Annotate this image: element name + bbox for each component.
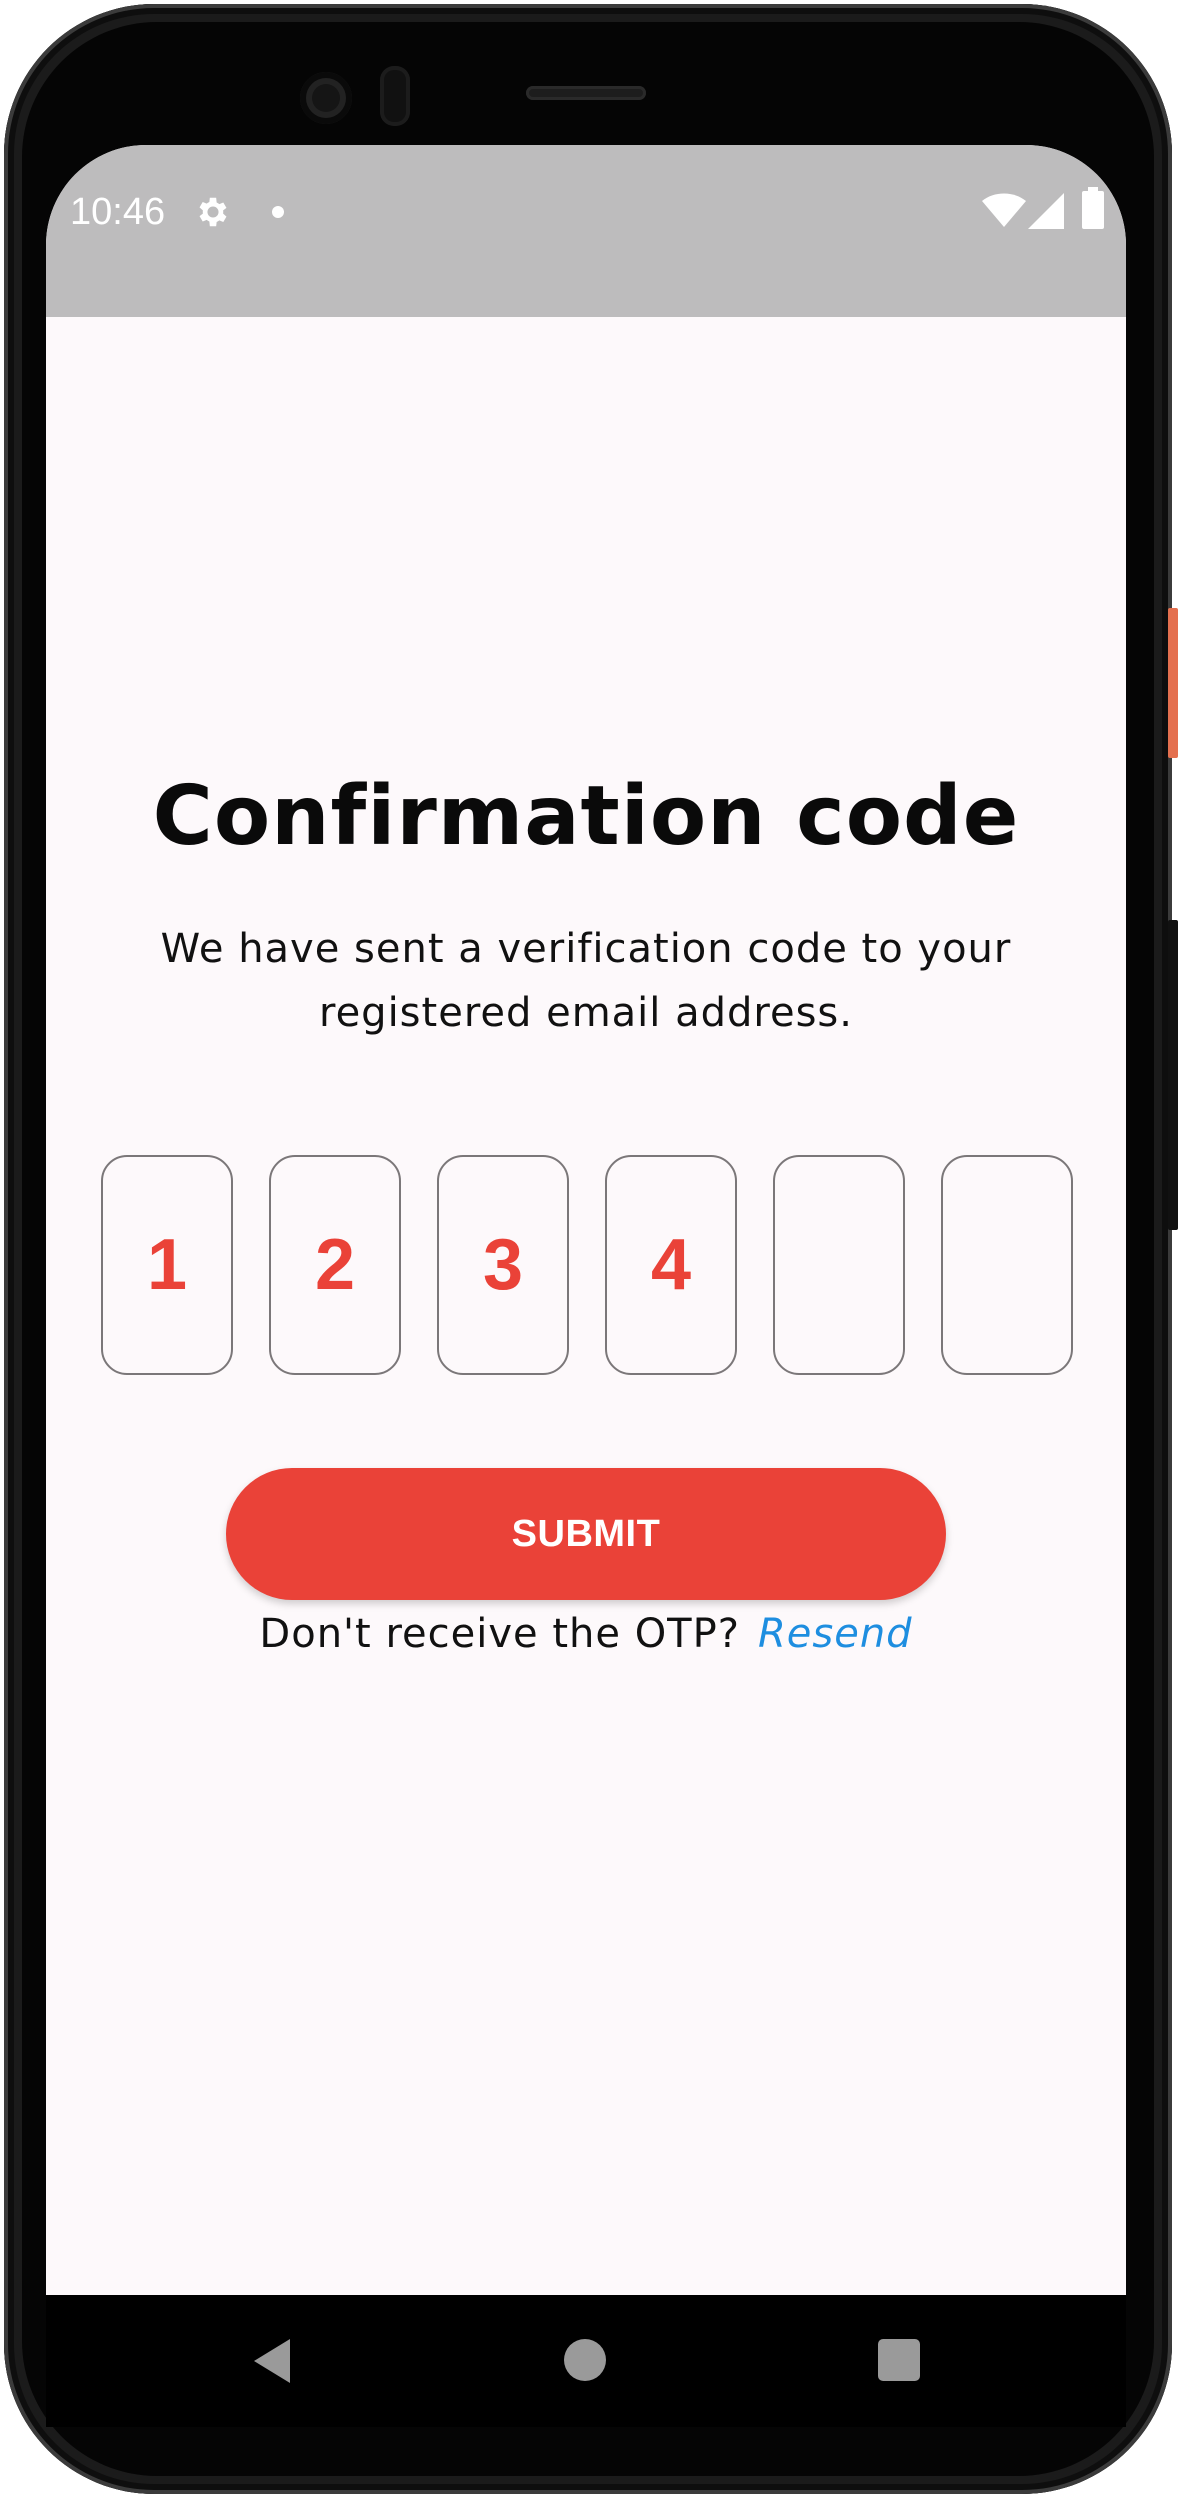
- home-icon[interactable]: [564, 2339, 606, 2381]
- otp-digit-field-3[interactable]: 3: [437, 1155, 569, 1375]
- front-camera-icon: [300, 72, 352, 124]
- app-screen: 10:46 Confirmation code We have sent a v…: [46, 145, 1126, 2295]
- otp-input-group: 1 2 3 4: [101, 1155, 1081, 1377]
- otp-content: Confirmation code We have sent a verific…: [46, 317, 1126, 2295]
- otp-digit-field-4[interactable]: 4: [605, 1155, 737, 1375]
- submit-button[interactable]: SUBMIT: [226, 1468, 946, 1600]
- gear-icon: [199, 197, 227, 227]
- page-title: Confirmation code: [152, 769, 1020, 864]
- navigation-bar: [46, 2295, 1126, 2427]
- recents-icon[interactable]: [878, 2339, 920, 2381]
- resend-prompt: Don't receive the OTP?: [259, 1611, 740, 1657]
- signal-icon: [1028, 193, 1064, 229]
- otp-digit-field-2[interactable]: 2: [269, 1155, 401, 1375]
- notification-dot-icon: [272, 206, 284, 218]
- wifi-icon: [982, 193, 1026, 227]
- resend-row: Don't receive the OTP? Resend: [46, 1611, 1126, 1657]
- status-bar: 10:46: [46, 145, 1126, 317]
- back-icon[interactable]: [254, 2339, 290, 2383]
- power-button: [1168, 608, 1178, 758]
- otp-digit-field-1[interactable]: 1: [101, 1155, 233, 1375]
- battery-icon: [1082, 187, 1104, 229]
- otp-digit-field-6[interactable]: [941, 1155, 1073, 1375]
- earpiece-speaker: [526, 86, 646, 100]
- resend-link[interactable]: Resend: [758, 1611, 913, 1657]
- otp-digit-field-5[interactable]: [773, 1155, 905, 1375]
- page-subtitle: We have sent a verification code to your…: [160, 926, 1012, 1036]
- device-screenshot: 10:46 Confirmation code We have sent a v…: [0, 0, 1178, 2498]
- sensor-icon: [380, 66, 410, 126]
- status-time: 10:46: [70, 191, 166, 233]
- volume-button: [1168, 920, 1178, 1230]
